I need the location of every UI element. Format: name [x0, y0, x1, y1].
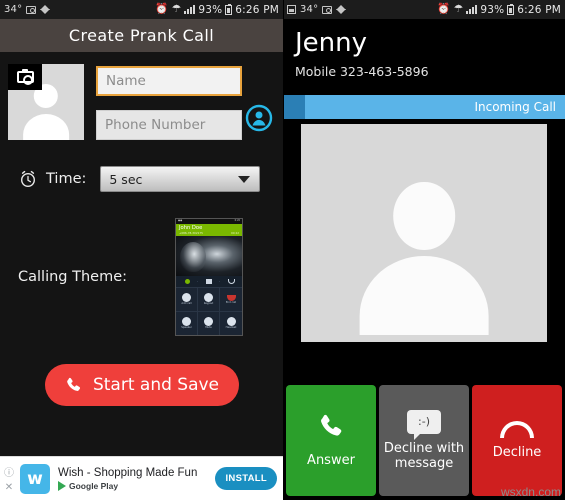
time-select[interactable]: 5 sec [100, 166, 261, 192]
start-and-save-button[interactable]: Start and Save [44, 364, 239, 406]
battery-icon [225, 3, 233, 15]
theme-caller-photo [176, 236, 242, 277]
decline-button[interactable]: Decline [472, 385, 562, 496]
page-title: Create Prank Call [0, 19, 283, 52]
status-bar-left-icons: 34° [287, 3, 347, 15]
battery-percent: 93% [480, 3, 505, 16]
right-pane-incoming-call: 34° ⏰ ☂ 93% 6:26 PM Jenny Mobile 323-463… [283, 0, 565, 500]
caller-photo [301, 123, 547, 342]
time-row: Time: 5 sec [0, 140, 283, 192]
screenshot-root: 34° ⏰ ☂ 93% 6:26 PM Create Prank Call Na… [0, 0, 565, 500]
time-label: Time: [46, 171, 87, 187]
status-bar-left: 34° ⏰ ☂ 93% 6:26 PM [0, 0, 283, 19]
theme-control-end-call: End call [220, 288, 242, 312]
theme-control-grid: Add call Keypad End call Speaker Mute He… [176, 288, 242, 335]
decline-label: Decline [492, 444, 542, 460]
ad-controls: ⓘ ✕ [2, 464, 16, 493]
answer-label: Answer [307, 453, 355, 469]
dropbox-icon [336, 5, 347, 14]
left-pane-create-prank-call: 34° ⏰ ☂ 93% 6:26 PM Create Prank Call Na… [0, 0, 283, 500]
calling-theme-row: Calling Theme: ●● 6:26 John Doe +086-78-3… [0, 192, 283, 336]
decline-with-message-button[interactable]: :-) Decline with message [379, 385, 469, 496]
clock-time: 6:26 PM [517, 3, 561, 16]
screenshot-icon [287, 5, 296, 14]
theme-hold-icon [198, 279, 220, 285]
info-icon[interactable]: ⓘ [4, 464, 14, 479]
chevron-down-icon [238, 175, 251, 183]
theme-control-speaker: Speaker [176, 311, 198, 335]
ad-store-row: Google Play [58, 480, 197, 491]
theme-bluetooth-icon [176, 279, 198, 285]
close-icon[interactable]: ✕ [5, 482, 13, 493]
theme-caller-header: John Doe +086-78-302175 00:22 [176, 224, 242, 237]
decline-with-message-label: Decline with message [383, 440, 465, 471]
time-select-value: 5 sec [109, 171, 143, 187]
alarm-icon: ⏰ [155, 3, 169, 16]
caller-info: Jenny Mobile 323-463-5896 [283, 19, 565, 79]
status-bar-right-icons: ⏰ ☂ 93% 6:26 PM [155, 3, 279, 16]
contact-picker-icon[interactable] [245, 104, 273, 132]
calling-theme-label: Calling Theme: [18, 269, 127, 285]
signal-icon [466, 5, 478, 14]
theme-control-keypad: Keypad [198, 288, 220, 312]
pane-divider [283, 0, 284, 500]
theme-call-icon [220, 279, 242, 285]
battery-icon [507, 3, 515, 15]
phone-icon [316, 412, 346, 446]
theme-control-mute: Mute [198, 311, 220, 335]
incoming-bar-accent [283, 94, 305, 119]
theme-control-headset: Headset [220, 312, 242, 335]
contact-photo-picker[interactable] [8, 64, 84, 140]
dropbox-icon [40, 5, 51, 14]
theme-call-timer: 00:22 [230, 231, 239, 236]
status-bar-right-icons: ⏰ ☂ 93% 6:26 PM [437, 3, 561, 16]
message-bubble-icon: :-) [407, 409, 441, 440]
save-button-row: Start and Save [0, 336, 283, 406]
wifi-icon: ☂ [171, 3, 182, 16]
phone-number-input[interactable]: Phone Number [96, 110, 242, 140]
temperature-indicator: 34° [4, 3, 23, 15]
hangup-icon [500, 420, 534, 438]
camera-icon[interactable] [8, 64, 42, 90]
phone-icon [64, 376, 83, 395]
ad-store-name: Google Play [69, 480, 119, 491]
status-bar-left-icons: 34° [4, 3, 51, 15]
prank-call-form: Name Phone Number Time: 5 sec Calling Th… [0, 52, 283, 456]
google-play-icon [58, 480, 66, 491]
caller-number: Mobile 323-463-5896 [295, 63, 429, 79]
ad-banner[interactable]: ⓘ ✕ w Wish - Shopping Made Fun Google Pl… [0, 456, 283, 500]
calling-theme-preview[interactable]: ●● 6:26 John Doe +086-78-302175 00:22 Ad… [175, 218, 243, 336]
alarm-icon: ⏰ [437, 3, 451, 16]
ad-text: Wish - Shopping Made Fun Google Play [58, 467, 197, 491]
signal-icon [184, 5, 196, 14]
install-button[interactable]: INSTALL [215, 467, 277, 490]
camera-icon [322, 5, 333, 14]
incoming-call-label: Incoming Call [474, 99, 556, 114]
camera-icon [26, 5, 37, 14]
caller-name: Jenny [295, 28, 368, 58]
battery-percent: 93% [198, 3, 223, 16]
wish-logo-icon: w [20, 463, 50, 494]
status-bar-right: 34° ⏰ ☂ 93% 6:26 PM [283, 0, 565, 19]
incoming-call-bar: Incoming Call [283, 94, 565, 119]
avatar-placeholder-icon [354, 170, 494, 342]
call-actions: Answer :-) Decline with message Decline [283, 385, 565, 500]
clock-time: 6:26 PM [235, 3, 279, 16]
theme-tab-bar [176, 276, 242, 289]
wifi-icon: ☂ [453, 3, 464, 16]
start-and-save-label: Start and Save [92, 375, 220, 395]
name-input[interactable]: Name [96, 66, 242, 96]
photo-and-fields-row: Name Phone Number [0, 60, 283, 140]
temperature-indicator: 34° [300, 3, 319, 15]
answer-button[interactable]: Answer [286, 385, 376, 496]
watermark: wsxdn.com [500, 485, 561, 499]
alarm-clock-icon [18, 169, 38, 189]
ad-title: Wish - Shopping Made Fun [58, 466, 198, 479]
theme-control-add-call: Add call [176, 288, 198, 312]
